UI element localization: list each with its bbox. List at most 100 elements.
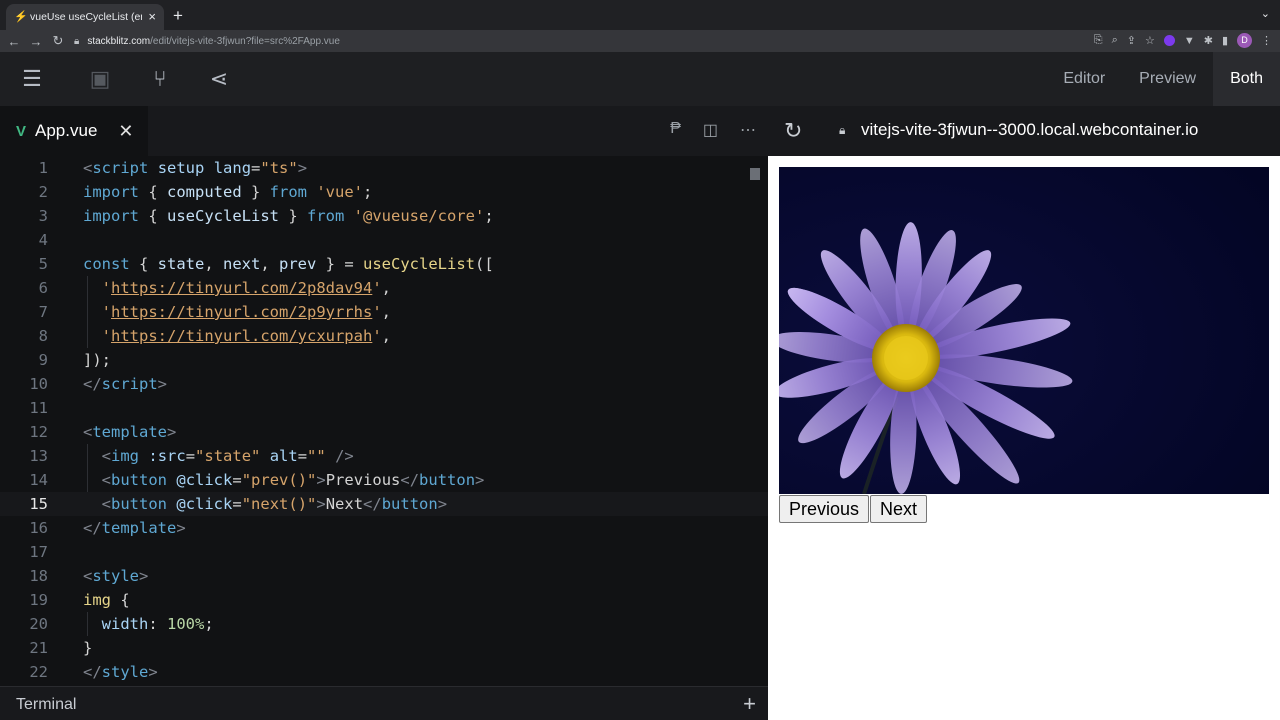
file-tab-label: App.vue (35, 121, 98, 140)
code-text: <img :src="state" alt="" /> (101, 447, 354, 465)
extension-icon[interactable] (1163, 35, 1175, 46)
preview-url[interactable]: vitejs-vite-3fjwun--3000.local.webcontai… (861, 120, 1198, 140)
code-line[interactable]: 17 (0, 540, 768, 564)
new-tab-icon[interactable]: + (173, 7, 183, 25)
prettier-format-icon[interactable]: ₱ (670, 120, 681, 140)
code-line[interactable]: 10 </script> (0, 372, 768, 396)
code-line[interactable]: 3 import { useCycleList } from '@vueuse/c… (0, 204, 768, 228)
line-number: 18 (29, 567, 48, 585)
next-button[interactable]: Next (870, 495, 927, 523)
side-panel-icon[interactable]: ▮ (1222, 34, 1228, 47)
line-number: 10 (29, 375, 48, 393)
fork-icon[interactable]: ⑂ (147, 66, 173, 92)
line-number: 21 (29, 639, 48, 657)
line-number: 12 (29, 423, 48, 441)
editor-actions: ₱ ◫ ⋯ (670, 120, 756, 140)
browser-nav-bar: ← → ↻ 🔒︎ stackblitz.com/edit/vitejs-vite… (0, 30, 1280, 52)
line-number: 8 (38, 327, 48, 345)
line-number: 4 (38, 231, 48, 249)
view-preview-button[interactable]: Preview (1122, 52, 1213, 106)
install-app-icon[interactable]: ⎘ (1094, 34, 1103, 47)
view-both-button[interactable]: Both (1213, 52, 1280, 106)
stackblitz-favicon-icon: ⚡ (14, 11, 28, 23)
more-actions-icon[interactable]: ⋯ (740, 120, 756, 140)
code-text: 'https://tinyurl.com/ycxurpah', (101, 327, 391, 345)
line-number: 6 (38, 279, 48, 297)
hamburger-menu-icon[interactable]: ☰ (19, 66, 45, 92)
vue-file-icon: V (16, 122, 27, 140)
file-tab-app-vue[interactable]: V App.vue ✕ (0, 106, 148, 156)
scrollbar-thumb[interactable] (750, 168, 760, 180)
code-line[interactable]: 21} (0, 636, 768, 660)
tab-search-chevron-icon[interactable]: ⌄ (1261, 7, 1270, 20)
code-line[interactable]: 20 width: 100%; (0, 612, 768, 636)
preview-pane: Previous Next (768, 156, 1280, 720)
code-line[interactable]: 6 'https://tinyurl.com/2p8dav94', (0, 276, 768, 300)
code-text: <button @click="prev()">Previous</button… (101, 471, 485, 489)
code-line[interactable]: 9]); (0, 348, 768, 372)
code-text: <script setup lang="ts"> (83, 159, 308, 177)
share-network-icon[interactable]: ⋖ (206, 66, 232, 92)
code-line[interactable]: 22 </style> (0, 660, 768, 684)
code-line[interactable]: 19 img { (0, 588, 768, 612)
preview-url-bar: ↻ 🔒︎ vitejs-vite-3fjwun--3000.local.webc… (768, 106, 1280, 156)
browser-tab-strip: ⚡ vueUse useCycleList (end actio × + ⌄ (0, 0, 1280, 30)
line-number: 1 (38, 159, 48, 177)
bookmark-star-icon[interactable]: ☆ (1145, 34, 1155, 47)
line-number: 22 (29, 663, 48, 681)
code-text: </template> (83, 519, 186, 537)
code-text: <button @click="next()">Next</button> (101, 495, 448, 513)
previous-button[interactable]: Previous (779, 495, 869, 523)
code-line[interactable]: 11 (0, 396, 768, 420)
split-editor-icon[interactable]: ◫ (703, 120, 718, 140)
preview-reload-icon[interactable]: ↻ (784, 118, 802, 144)
code-text: import { computed } from 'vue'; (83, 183, 373, 201)
terminal-panel-bar[interactable]: Terminal + (0, 686, 768, 720)
new-terminal-icon[interactable]: + (743, 691, 756, 717)
code-line[interactable]: 14 <button @click="prev()">Previous</but… (0, 468, 768, 492)
zoom-icon[interactable]: ⌕ (1112, 34, 1118, 47)
line-number: 13 (29, 447, 48, 465)
code-line[interactable]: 8 'https://tinyurl.com/ycxurpah', (0, 324, 768, 348)
save-icon[interactable]: ▣ (87, 66, 113, 92)
vue-devtools-icon[interactable]: ▼ (1184, 35, 1195, 47)
code-text: width: 100%; (101, 615, 214, 633)
code-line[interactable]: 12 <template> (0, 420, 768, 444)
line-number: 14 (29, 471, 48, 489)
browser-tab[interactable]: ⚡ vueUse useCycleList (end actio × (6, 4, 164, 30)
code-line[interactable]: 4 (0, 228, 768, 252)
browser-menu-icon[interactable]: ⋮ (1261, 34, 1272, 47)
code-line[interactable]: 13 <img :src="state" alt="" /> (0, 444, 768, 468)
extensions-puzzle-icon[interactable]: ✱ (1204, 34, 1213, 47)
code-line[interactable]: 1 <script setup lang="ts"> (0, 156, 768, 180)
close-file-icon[interactable]: ✕ (118, 121, 133, 142)
reload-icon[interactable]: ↻ (47, 33, 69, 49)
profile-avatar[interactable]: D (1237, 33, 1252, 48)
view-editor-button[interactable]: Editor (1046, 52, 1122, 106)
back-arrow-icon[interactable]: ← (3, 34, 25, 49)
line-number: 17 (29, 543, 48, 561)
code-line[interactable]: 16 </template> (0, 516, 768, 540)
line-number: 11 (29, 399, 48, 417)
forward-arrow-icon[interactable]: → (25, 34, 47, 49)
code-editor[interactable]: 1 <script setup lang="ts"> 2 import { compu… (0, 156, 768, 686)
share-icon[interactable]: ⇪ (1127, 34, 1136, 47)
code-line[interactable]: 15 <button @click="next()">Next</button> (0, 492, 768, 516)
code-text: <style> (83, 567, 149, 585)
daisy-photo (779, 167, 1269, 494)
code-line[interactable]: 5 const { state, next, prev } = useCycleL… (0, 252, 768, 276)
line-number: 20 (29, 615, 48, 633)
line-number: 16 (29, 519, 48, 537)
code-text: } (83, 639, 93, 657)
close-tab-icon[interactable]: × (148, 10, 156, 23)
code-text: ]); (83, 351, 111, 369)
code-text: </script> (83, 375, 168, 393)
line-number: 7 (38, 303, 48, 321)
code-line[interactable]: 2 import { computed } from 'vue'; (0, 180, 768, 204)
address-bar[interactable]: 🔒︎ stackblitz.com/edit/vitejs-vite-3fjwu… (74, 32, 1074, 50)
code-line[interactable]: 18 <style> (0, 564, 768, 588)
browser-tab-title: vueUse useCycleList (end actio (30, 11, 142, 23)
terminal-label: Terminal (16, 696, 77, 713)
site-info-icon[interactable]: 🔒︎ (74, 36, 79, 47)
code-line[interactable]: 7 'https://tinyurl.com/2p9yrrhs', (0, 300, 768, 324)
